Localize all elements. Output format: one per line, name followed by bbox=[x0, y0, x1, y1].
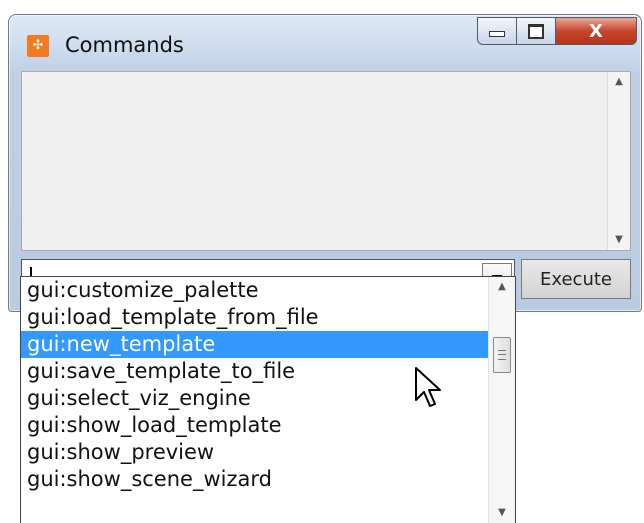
list-item[interactable]: gui:customize_palette bbox=[21, 277, 489, 304]
grip-icon bbox=[498, 350, 506, 360]
execute-button[interactable]: Execute bbox=[521, 259, 631, 299]
minimize-button[interactable] bbox=[477, 17, 517, 45]
app-icon: ✣ bbox=[27, 35, 49, 57]
caption-buttons: X bbox=[477, 17, 637, 45]
maximize-button[interactable] bbox=[517, 17, 556, 45]
close-button[interactable]: X bbox=[556, 17, 637, 45]
scrollbar-thumb[interactable] bbox=[493, 337, 511, 373]
list-item[interactable]: gui:show_load_template bbox=[21, 412, 489, 439]
output-text-area[interactable] bbox=[22, 72, 608, 250]
list-item-selected[interactable]: gui:new_template bbox=[21, 331, 489, 358]
close-icon: X bbox=[589, 20, 603, 42]
window-title: Commands bbox=[65, 33, 184, 57]
dropdown-scrollbar[interactable]: ▲ ▼ bbox=[488, 277, 515, 523]
scroll-down-icon[interactable]: ▼ bbox=[489, 503, 515, 523]
mouse-pointer-icon bbox=[415, 367, 441, 407]
minimize-icon bbox=[489, 31, 505, 37]
scroll-up-icon[interactable]: ▲ bbox=[489, 277, 515, 297]
output-scrollbar[interactable]: ▲ ▼ bbox=[607, 72, 630, 250]
list-item[interactable]: gui:load_template_from_file bbox=[21, 304, 489, 331]
scroll-up-icon[interactable]: ▲ bbox=[608, 72, 630, 92]
list-item[interactable]: gui:show_scene_wizard bbox=[21, 466, 489, 493]
title-bar[interactable]: ✣ Commands X bbox=[9, 15, 641, 63]
output-panel: ▲ ▼ bbox=[21, 71, 631, 251]
maximize-icon bbox=[528, 23, 544, 39]
list-item[interactable]: gui:show_preview bbox=[21, 439, 489, 466]
commands-window: ✣ Commands X ▲ ▼ ▼ Execute bbox=[8, 14, 642, 312]
scroll-down-icon[interactable]: ▼ bbox=[608, 230, 630, 250]
